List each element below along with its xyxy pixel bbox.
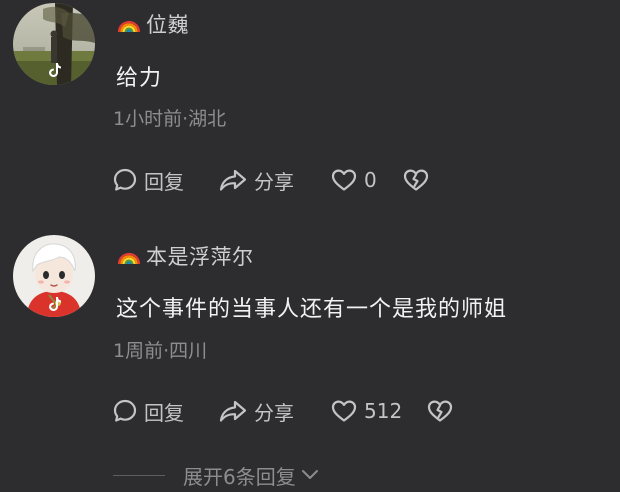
like-count: 512: [364, 399, 403, 423]
share-label: 分享: [254, 400, 294, 425]
comment-thread: 位巍 给力 1小时前·湖北 回复 分享 0 本是浮萍尔 这个事件的当事人还有一个…: [0, 0, 620, 492]
comment-actions: 回复 分享 0: [112, 165, 430, 195]
divider-line: [113, 474, 165, 476]
comment-meta: 1周前·四川: [113, 340, 208, 362]
broken-heart-icon: [427, 400, 453, 422]
heart-icon: [331, 400, 357, 422]
expand-replies-label[interactable]: 展开6条回复: [183, 461, 296, 490]
share-arrow-icon: [219, 169, 247, 191]
rainbow-flag-icon: [117, 20, 141, 33]
dislike-button[interactable]: [426, 398, 454, 424]
expand-replies[interactable]: 展开6条回复: [113, 460, 320, 490]
username-row: 本是浮萍尔: [116, 242, 254, 270]
username[interactable]: 位巍: [146, 9, 189, 39]
tiktok-icon: [49, 63, 61, 77]
username[interactable]: 本是浮萍尔: [146, 241, 254, 271]
like-button[interactable]: 512: [330, 398, 426, 424]
comment-text: 这个事件的当事人还有一个是我的师姐: [116, 297, 508, 322]
like-button[interactable]: 0: [330, 167, 402, 193]
reply-label: 回复: [144, 400, 184, 425]
reply-button[interactable]: 回复: [112, 397, 218, 426]
tiktok-icon: [49, 297, 61, 311]
broken-heart-icon: [403, 169, 429, 191]
rainbow-flag-icon: [117, 252, 141, 265]
share-arrow-icon: [219, 400, 247, 422]
comment-meta: 1小时前·湖北: [113, 108, 227, 130]
share-button[interactable]: 分享: [218, 397, 330, 426]
share-button[interactable]: 分享: [218, 166, 330, 195]
username-row: 位巍: [116, 10, 189, 38]
dislike-button[interactable]: [402, 167, 430, 193]
reply-label: 回复: [144, 169, 184, 194]
reply-button[interactable]: 回复: [112, 166, 218, 195]
comment-actions: 回复 分享 512: [112, 396, 454, 426]
share-label: 分享: [254, 169, 294, 194]
comment-bubble-icon: [113, 168, 137, 191]
comment-text: 给力: [116, 66, 163, 91]
heart-icon: [331, 169, 357, 191]
like-count: 0: [364, 168, 377, 192]
comment-bubble-icon: [113, 399, 137, 422]
chevron-down-icon[interactable]: [300, 468, 320, 482]
